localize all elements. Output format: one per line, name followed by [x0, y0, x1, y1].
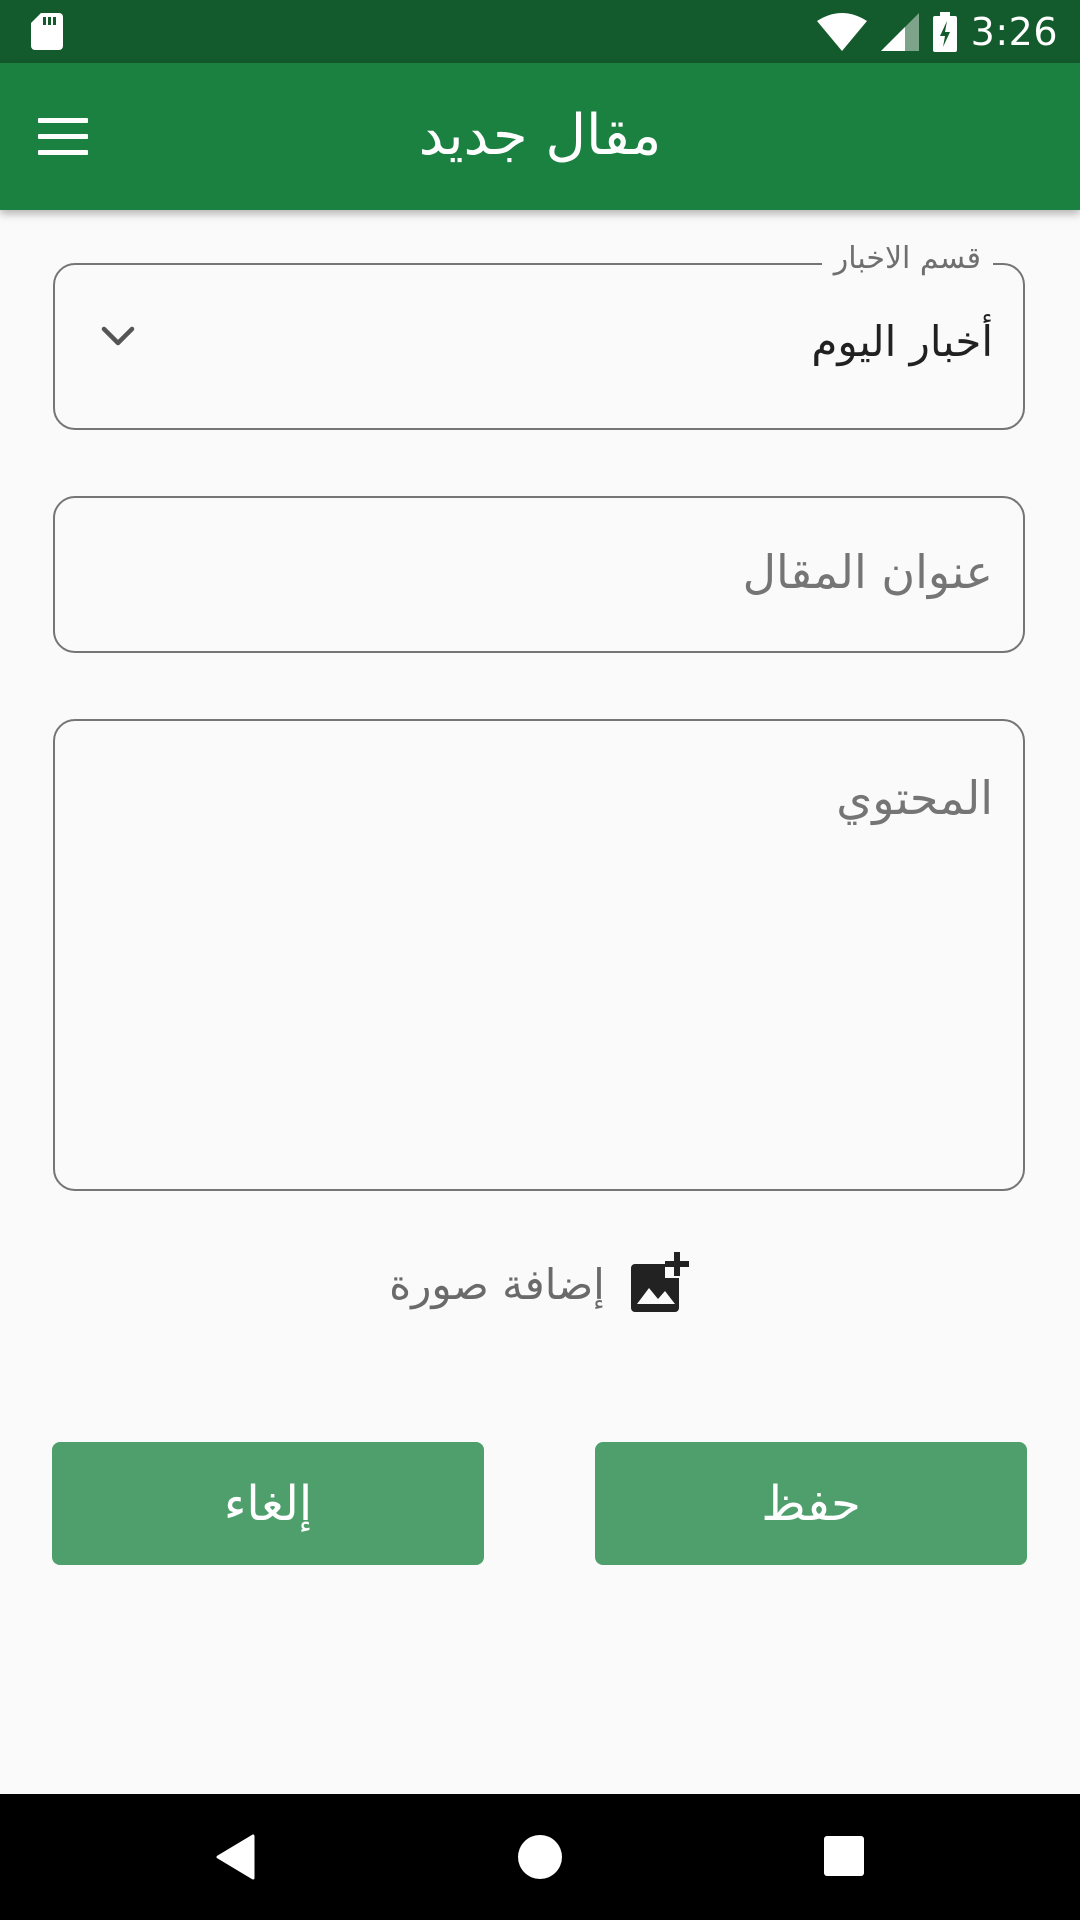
- add-photo-icon: [630, 1252, 689, 1312]
- app-bar: مقال جديد: [0, 63, 1080, 210]
- cellular-signal-icon: [880, 12, 919, 51]
- cancel-button[interactable]: إلغاء: [52, 1442, 484, 1565]
- chevron-down-icon: [101, 326, 135, 346]
- article-title-placeholder: عنوان المقال: [742, 545, 993, 599]
- page-title: مقال جديد: [418, 103, 662, 168]
- back-icon[interactable]: [215, 1834, 255, 1880]
- article-content-input[interactable]: المحتوي: [53, 719, 1025, 1191]
- category-select[interactable]: قسم الاخبار أخبار اليوم: [53, 241, 1025, 430]
- recents-icon[interactable]: [824, 1836, 864, 1876]
- save-button[interactable]: حفظ: [595, 1442, 1027, 1565]
- add-image-label: إضافة صورة: [389, 1259, 605, 1309]
- wifi-icon: [816, 12, 867, 51]
- sd-card-icon: [31, 13, 63, 50]
- status-time: 3:26: [970, 9, 1058, 54]
- article-content-placeholder: المحتوي: [836, 771, 993, 825]
- status-bar: 3:26: [0, 0, 1080, 63]
- battery-charging-icon: [932, 11, 957, 52]
- article-title-input[interactable]: عنوان المقال: [53, 496, 1025, 653]
- category-value: أخبار اليوم: [811, 317, 993, 366]
- system-nav-bar: [0, 1794, 1080, 1920]
- category-label: قسم الاخبار: [821, 241, 993, 276]
- add-image-button[interactable]: إضافة صورة: [0, 1248, 1080, 1320]
- home-icon[interactable]: [518, 1835, 562, 1879]
